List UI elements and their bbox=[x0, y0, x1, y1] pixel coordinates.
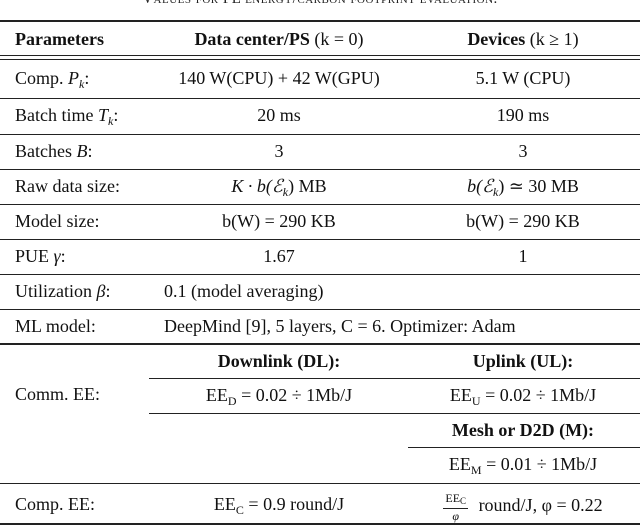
value-dev-comp-ee: EEC φ round/J, φ = 0.22 bbox=[408, 492, 638, 522]
value-downlink-ee: EED = 0.02 ÷ 1Mb/J bbox=[150, 385, 408, 411]
row-rule bbox=[0, 204, 640, 205]
value-tail: round/J, φ = 0.22 bbox=[474, 495, 603, 516]
value-subscript: C bbox=[235, 503, 244, 517]
row-rule bbox=[0, 134, 640, 135]
value-tail: ) MB bbox=[288, 176, 327, 196]
param-pue: PUE γ: bbox=[15, 246, 66, 266]
param-colon: : bbox=[60, 246, 66, 266]
header-rule-1 bbox=[0, 55, 640, 56]
numerator-subscript: C bbox=[460, 496, 467, 506]
table-caption: Values for FL energy/carbon footprint ev… bbox=[0, 0, 640, 9]
param-label: Utilization bbox=[15, 281, 97, 301]
param-utilization: Utilization β: bbox=[15, 281, 110, 301]
row-rule bbox=[0, 309, 640, 310]
param-batches: Batches B: bbox=[15, 141, 93, 161]
cline-dl-ul-header bbox=[149, 378, 640, 379]
value-dev-batch-time: 190 ms bbox=[496, 105, 550, 125]
param-symbol: B bbox=[76, 141, 88, 161]
param-symbol: T bbox=[97, 105, 108, 125]
value-dev-pue: 1 bbox=[518, 246, 528, 266]
header-devices-label: Devices bbox=[467, 29, 526, 49]
param-colon: : bbox=[113, 105, 119, 125]
value-dc-raw-data-size: K · b(ℰk) MB bbox=[150, 176, 408, 202]
param-model-size: Model size: bbox=[15, 211, 100, 231]
param-comm-ee: Comm. EE: bbox=[15, 384, 100, 404]
row-rule bbox=[0, 169, 640, 170]
header-devices-cond: (k ≥ 1) bbox=[529, 29, 579, 49]
top-rule bbox=[0, 20, 640, 22]
value-utilization: 0.1 (model averaging) bbox=[164, 281, 324, 301]
row-rule bbox=[0, 483, 640, 484]
value-dev-batches: 3 bbox=[518, 141, 528, 161]
value-mesh-ee: EEM = 0.01 ÷ 1Mb/J bbox=[408, 454, 638, 480]
header-devices: Devices (k ≥ 1) bbox=[408, 29, 638, 49]
value-dev-comp-power: 5.1 W (CPU) bbox=[475, 68, 571, 88]
param-colon: : bbox=[105, 281, 111, 301]
param-comp-power: Comp. Pk: bbox=[15, 68, 89, 94]
value-main: EE bbox=[213, 494, 236, 514]
row-rule bbox=[0, 239, 640, 240]
param-colon: : bbox=[87, 141, 93, 161]
value-dc-model-size: b(W) = 290 KB bbox=[222, 211, 336, 231]
value-main: K · b(ℰ bbox=[231, 176, 283, 196]
header-uplink: Uplink (UL): bbox=[472, 351, 574, 371]
header-data-center: Data center/PS (k = 0) bbox=[150, 29, 408, 49]
param-comp-ee: Comp. EE: bbox=[15, 494, 95, 514]
header-data-center-label: Data center/PS bbox=[194, 29, 310, 49]
value-dev-model-size: b(W) = 290 KB bbox=[466, 211, 580, 231]
value-dc-batches: 3 bbox=[274, 141, 284, 161]
value-dc-comp-power: 140 W(CPU) + 42 W(GPU) bbox=[178, 68, 380, 88]
header-downlink: Downlink (DL): bbox=[217, 351, 341, 371]
row-rule bbox=[0, 98, 640, 99]
value-main: b(ℰ bbox=[467, 176, 493, 196]
header-rule-2 bbox=[0, 59, 640, 60]
param-raw-data-size: Raw data size: bbox=[15, 176, 120, 196]
value-tail: ) ≃ 30 MB bbox=[498, 176, 579, 196]
value-uplink-ee: EEU = 0.02 ÷ 1Mb/J bbox=[408, 385, 638, 411]
value-ml-model: DeepMind [9], 5 layers, C = 6. Optimizer… bbox=[164, 316, 516, 336]
row-rule bbox=[0, 274, 640, 275]
bottom-rule bbox=[0, 523, 640, 525]
param-ml-model: ML model: bbox=[15, 316, 96, 336]
param-label: Comp. bbox=[15, 68, 69, 88]
value-subscript: D bbox=[227, 394, 237, 408]
fraction-numerator: EEC bbox=[443, 491, 469, 509]
cline-dl-ul-value bbox=[149, 413, 640, 414]
value-dev-raw-data-size: b(ℰk) ≃ 30 MB bbox=[408, 176, 638, 202]
value-subscript: M bbox=[470, 463, 482, 477]
value-main: EE bbox=[449, 385, 472, 405]
numerator-main: EE bbox=[445, 491, 461, 505]
value-dc-batch-time: 20 ms bbox=[257, 105, 301, 125]
param-batch-time: Batch time Tk: bbox=[15, 105, 118, 131]
value-dc-comp-ee: EEC = 0.9 round/J bbox=[150, 494, 408, 520]
value-tail: = 0.9 round/J bbox=[243, 494, 345, 514]
header-parameters: Parameters bbox=[15, 29, 104, 49]
value-main: EE bbox=[205, 385, 228, 405]
cline-mesh-header bbox=[408, 447, 640, 448]
value-tail: = 0.02 ÷ 1Mb/J bbox=[236, 385, 353, 405]
value-subscript: U bbox=[471, 394, 481, 408]
param-label: PUE bbox=[15, 246, 54, 266]
fraction: EEC φ bbox=[443, 491, 469, 523]
value-main: EE bbox=[448, 454, 471, 474]
value-tail: = 0.01 ÷ 1Mb/J bbox=[481, 454, 598, 474]
param-label: Batch time bbox=[15, 105, 98, 125]
fraction-denominator: φ bbox=[452, 509, 460, 523]
param-symbol: γ bbox=[53, 246, 61, 266]
row-rule bbox=[0, 343, 640, 345]
param-colon: : bbox=[84, 68, 90, 88]
header-data-center-cond: (k = 0) bbox=[314, 29, 364, 49]
param-label: Batches bbox=[15, 141, 77, 161]
value-tail: = 0.02 ÷ 1Mb/J bbox=[480, 385, 597, 405]
header-mesh: Mesh or D2D (M): bbox=[451, 420, 595, 440]
value-dc-pue: 1.67 bbox=[263, 246, 295, 266]
param-symbol: P bbox=[68, 68, 80, 88]
